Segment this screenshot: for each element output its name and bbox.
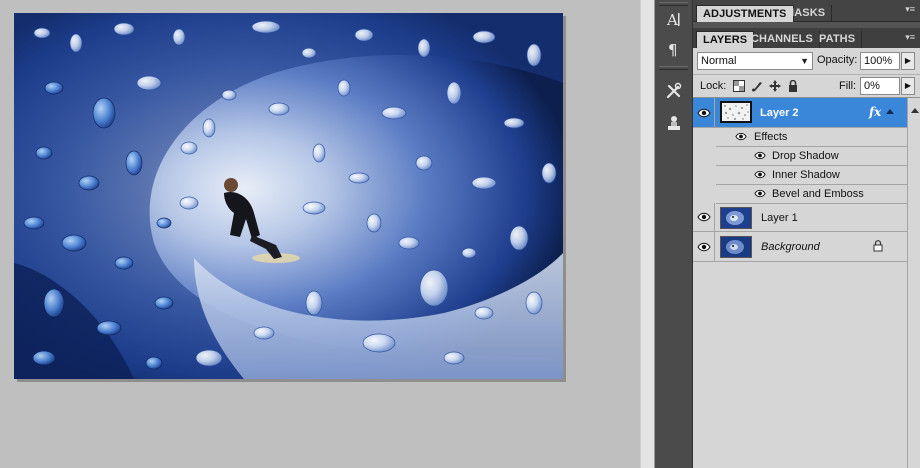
lock-position-icon[interactable] xyxy=(767,78,783,94)
panel-menu-icon[interactable]: ▾≡ xyxy=(901,5,915,14)
blend-mode-value: Normal xyxy=(701,55,737,67)
layers-scrollbar[interactable] xyxy=(907,98,920,468)
fill-input[interactable]: 0% xyxy=(860,77,900,95)
eye-icon[interactable] xyxy=(754,151,766,160)
chevron-down-icon: ▼ xyxy=(800,56,809,66)
eye-icon[interactable] xyxy=(735,132,747,141)
layer-row[interactable]: Layer 1 xyxy=(693,203,907,232)
scroll-up-icon[interactable] xyxy=(911,108,919,113)
effect-label: Bevel and Emboss xyxy=(772,188,864,200)
layers-tabbar: LAYERS CHANNELS PATHS ▾≡ xyxy=(693,28,920,48)
effects-row[interactable]: Effects xyxy=(716,128,907,147)
lock-transparency-icon[interactable] xyxy=(731,78,747,94)
layer-name[interactable]: Background xyxy=(761,241,820,253)
layer-thumbnail xyxy=(720,236,752,258)
opacity-label: Opacity: xyxy=(817,54,858,66)
canvas-area[interactable] xyxy=(0,0,640,468)
fx-icon[interactable]: fx xyxy=(869,105,881,119)
opacity-input[interactable]: 100% xyxy=(860,52,900,70)
layer-name[interactable]: Layer 1 xyxy=(761,212,798,224)
visibility-toggle[interactable] xyxy=(693,203,715,231)
eye-icon xyxy=(696,108,711,117)
layer-name[interactable]: Layer 2 xyxy=(760,107,799,119)
eye-icon[interactable] xyxy=(754,170,766,179)
opacity-slider-button[interactable]: ▶ xyxy=(901,52,915,70)
effects-label: Effects xyxy=(754,131,788,143)
adjustments-tabbar: ADJUSTMENTS MASKS ▾≡ xyxy=(693,0,920,22)
fill-label: Fill: xyxy=(839,80,857,92)
lock-label: Lock: xyxy=(700,80,727,92)
character-icon[interactable]: A xyxy=(658,6,689,31)
layer-thumbnail xyxy=(720,101,752,123)
lock-all-icon[interactable] xyxy=(785,78,801,94)
dock-grip[interactable] xyxy=(659,66,688,70)
document-canvas[interactable] xyxy=(14,13,563,379)
panels-area: ADJUSTMENTS MASKS ▾≡ LAYERS CHANNELS PAT… xyxy=(692,0,920,468)
panel-dock-column: A ¶ xyxy=(655,0,692,468)
layer-row[interactable]: Layer 2 fx xyxy=(693,98,907,128)
layers-list[interactable]: Layer 2 fx Effects Drop Shadow Inner Sha… xyxy=(693,97,920,468)
fill-slider-button[interactable]: ▶ xyxy=(901,77,915,95)
effect-row-inner-shadow[interactable]: Inner Shadow xyxy=(716,166,907,185)
effect-label: Inner Shadow xyxy=(772,169,840,181)
panel-menu-icon[interactable]: ▾≡ xyxy=(901,33,915,42)
visibility-toggle[interactable] xyxy=(693,98,715,127)
paragraph-icon[interactable]: ¶ xyxy=(658,36,689,61)
eye-icon xyxy=(696,242,711,251)
layer-row[interactable]: Background xyxy=(693,232,907,262)
lock-image-pixels-icon[interactable] xyxy=(749,78,765,94)
eye-icon[interactable] xyxy=(754,189,766,198)
blend-mode-select[interactable]: Normal ▼ xyxy=(697,52,813,70)
svg-text:¶: ¶ xyxy=(668,41,678,58)
panel-divider[interactable] xyxy=(640,0,655,468)
lock-icon xyxy=(873,240,883,252)
svg-text:A: A xyxy=(666,11,678,28)
visibility-toggle[interactable] xyxy=(693,232,715,261)
surfer-wave-image xyxy=(14,13,563,379)
effects-collapse-icon[interactable] xyxy=(886,109,894,114)
effect-label: Drop Shadow xyxy=(772,150,839,162)
tab-channels[interactable]: CHANNELS xyxy=(745,31,820,48)
tools-icon[interactable] xyxy=(658,78,689,103)
divider xyxy=(693,74,920,75)
tab-masks[interactable]: MASKS xyxy=(779,5,833,22)
eye-icon xyxy=(696,212,711,222)
layer-thumbnail xyxy=(720,207,752,229)
effect-row-drop-shadow[interactable]: Drop Shadow xyxy=(716,147,907,166)
effect-row-bevel-emboss[interactable]: Bevel and Emboss xyxy=(716,185,907,204)
stamp-icon[interactable] xyxy=(658,110,689,135)
tab-paths[interactable]: PATHS xyxy=(813,31,863,48)
